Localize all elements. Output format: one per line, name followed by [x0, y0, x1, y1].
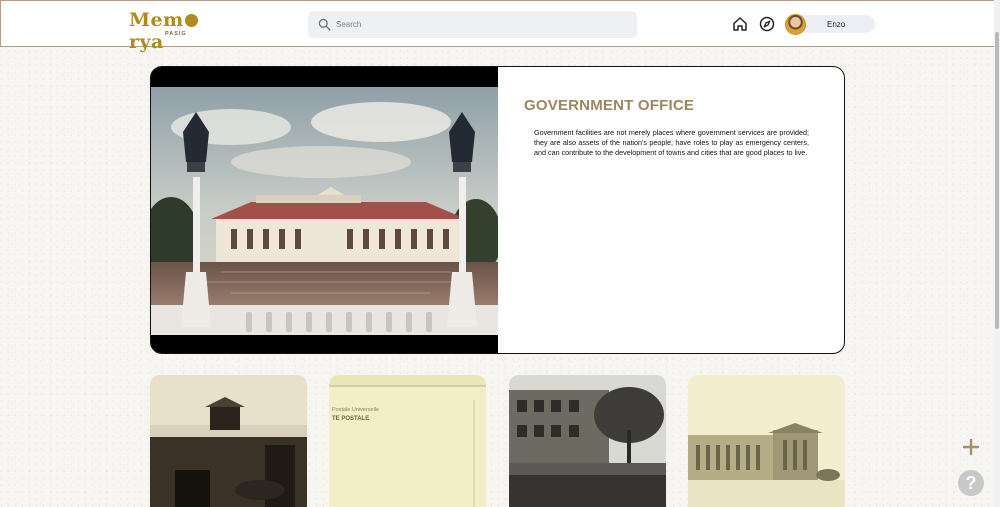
- photo-card[interactable]: [688, 375, 845, 507]
- home-icon[interactable]: [732, 16, 748, 32]
- postcard-caption: Postale Universelle: [332, 407, 379, 413]
- app-logo[interactable]: Memrya PASIG: [129, 9, 219, 53]
- top-navbar: Memrya PASIG Enzo: [0, 0, 996, 53]
- featured-category-card[interactable]: GOVERNMENT OFFICE Government facilities …: [150, 66, 845, 354]
- help-button[interactable]: ?: [958, 470, 984, 496]
- photo-card[interactable]: [509, 375, 666, 507]
- scrollbar-thumb[interactable]: [995, 32, 999, 329]
- photo-thumbnail: [688, 375, 845, 507]
- photo-thumbnail: Postale Universelle TE POSTALE: [329, 375, 486, 507]
- add-icon[interactable]: [960, 436, 982, 458]
- featured-photo: [151, 67, 502, 353]
- photo-card[interactable]: Postale Universelle TE POSTALE: [329, 375, 486, 507]
- photo-card[interactable]: [150, 375, 307, 507]
- search-icon: [318, 18, 331, 31]
- search-bar[interactable]: [308, 11, 637, 38]
- category-description: Government facilities are not merely pla…: [534, 128, 809, 158]
- photo-thumbnail: [509, 375, 666, 507]
- logo-subtitle: PASIG: [165, 31, 187, 37]
- postcard-caption: TE POSTALE: [332, 416, 369, 422]
- category-title: GOVERNMENT OFFICE: [524, 97, 695, 114]
- username: Enzo: [827, 20, 846, 29]
- photo-thumbnail: [150, 375, 307, 507]
- compass-icon[interactable]: [759, 16, 775, 32]
- search-input[interactable]: [336, 16, 626, 33]
- avatar[interactable]: [785, 14, 806, 35]
